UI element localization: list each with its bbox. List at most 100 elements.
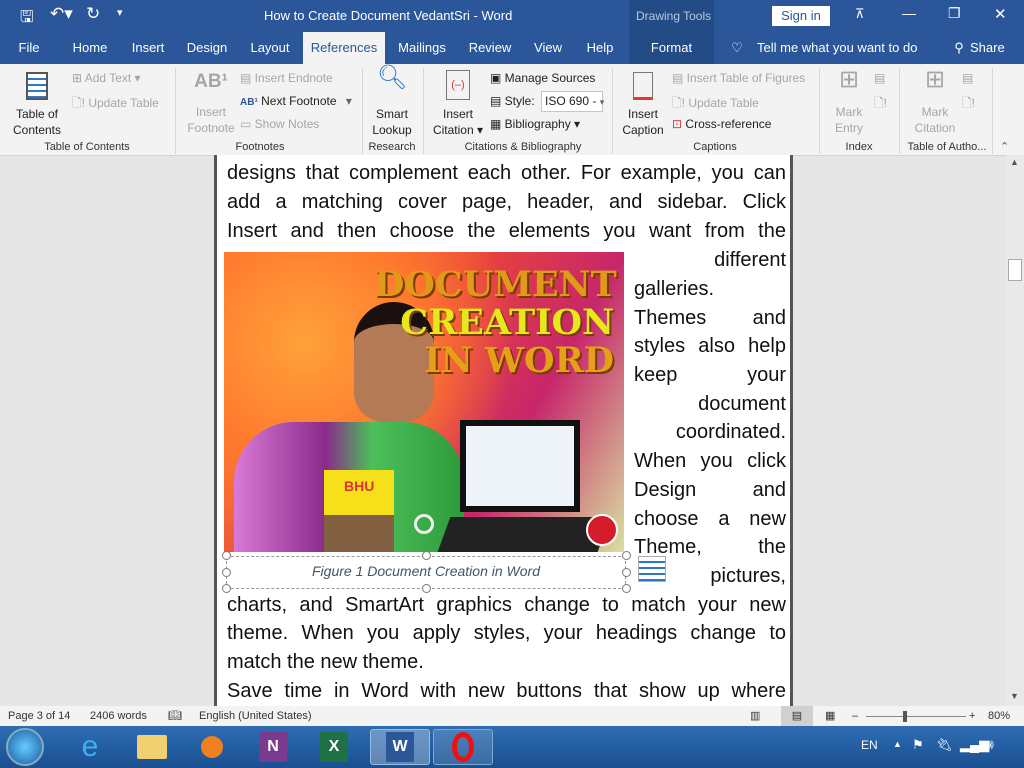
body-text-line[interactable]: choose a new [634,505,786,534]
opera-icon[interactable] [433,729,493,765]
tab-review[interactable]: Review [464,32,516,64]
tab-insert[interactable]: Insert [126,32,170,64]
zoom-out-icon[interactable]: – [852,706,858,726]
cross-reference-button[interactable]: ⊡ Cross-reference [672,117,771,131]
excel-icon[interactable]: X [314,729,354,765]
proofing-icon[interactable]: 📖︎ [168,706,182,726]
share-button[interactable]: Share [970,32,1005,64]
body-text-line[interactable]: theme. When you apply styles, your headi… [227,619,786,648]
word-icon[interactable]: W [370,729,430,765]
body-text-line[interactable]: Save time in Word with new buttons that … [227,677,786,706]
action-center-flag-icon[interactable]: ⚑ [912,737,924,753]
sign-in-button[interactable]: Sign in [772,6,830,26]
volume-icon[interactable]: 🔊︎ [985,736,994,753]
collapse-ribbon-icon[interactable]: ⌃ [1000,140,1009,153]
restore-icon[interactable]: ❐ [948,5,961,22]
read-mode-icon[interactable]: ▥ [750,706,760,726]
tab-file[interactable]: File [10,32,48,64]
word-count[interactable]: 2406 words [90,706,147,726]
body-text-line[interactable]: designs that complement each other. For … [227,159,786,188]
minimize-icon[interactable]: — [902,5,916,21]
update-toa-icon[interactable]: 🗋! [962,94,975,115]
file-explorer-icon[interactable] [132,729,172,765]
onenote-icon[interactable]: N [253,729,293,765]
body-text-line[interactable]: charts, and SmartArt graphics change to … [227,591,786,620]
update-table-button[interactable]: 🗋! Update Table [72,94,159,115]
body-text-line[interactable]: add a matching cover page, header, and s… [227,188,786,217]
insert-caption-button[interactable]: Insert Caption [618,72,668,138]
body-text-line[interactable]: coordinated. [634,418,786,447]
body-text-line[interactable]: When you click [634,447,786,476]
rotate-handle-icon[interactable] [414,514,434,534]
print-layout-icon[interactable]: ▤ [781,706,813,726]
language-indicator[interactable]: EN [861,738,878,752]
drawing-tools-label: Drawing Tools [636,9,712,23]
body-text-line[interactable]: keep your [634,361,786,390]
insert-endnote-button[interactable]: ▤ Insert Endnote [240,71,333,85]
tab-format[interactable]: Format [629,32,714,64]
update-index-icon[interactable]: 🗋! [874,94,887,115]
document-image[interactable]: BHU DOCUMENT CREATION IN WORD [224,252,624,552]
body-text-line[interactable]: galleries. [634,275,786,304]
add-text-button[interactable]: ⊞ Add Text ▾ [72,71,141,85]
insert-toa-icon[interactable]: ▤ [962,71,973,85]
bibliography-button[interactable]: ▦ Bibliography ▾ [490,117,580,131]
save-icon[interactable]: 🖫 [20,6,34,33]
tell-me-search[interactable]: Tell me what you want to do [757,32,917,64]
show-notes-button[interactable]: ▭ Show Notes [240,117,319,131]
figure-caption[interactable]: Figure 1 Document Creation in Word [227,557,625,583]
insert-footnote-button[interactable]: AB¹ Insert Footnote [184,72,238,136]
title-bar: 🖫 ↶▾ ↻ ▾ How to Create Document VedantSr… [0,0,1024,64]
citation-style-dropdown[interactable]: ISO 690 - ▾ [541,91,604,112]
next-footnote-button[interactable]: AB¹ Next Footnote ▾ [240,94,352,108]
body-text-line[interactable]: document [634,390,786,419]
undo-icon[interactable]: ↶▾ [50,4,73,24]
zoom-slider-thumb[interactable] [903,711,907,722]
start-button[interactable] [6,728,44,766]
body-text-line[interactable]: pictures, [667,562,786,591]
customize-qat-icon[interactable]: ▾ [117,6,123,19]
language[interactable]: English (United States) [199,706,312,726]
media-player-icon[interactable] [192,729,232,765]
tab-home[interactable]: Home [66,32,114,64]
scroll-down-icon[interactable]: ▼ [1010,691,1019,701]
body-text-line[interactable]: Design and [634,476,786,505]
zoom-in-icon[interactable]: + [969,706,975,726]
tab-help[interactable]: Help [580,32,620,64]
table-of-contents-button[interactable]: Table of Contents [8,72,66,138]
body-text-line[interactable]: Themes and [634,304,786,333]
body-text-line[interactable]: styles also help [634,332,786,361]
page-count[interactable]: Page 3 of 14 [8,706,70,726]
insert-table-of-figures-button[interactable]: ▤ Insert Table of Figures [672,71,805,85]
close-icon[interactable]: ✕ [994,5,1007,23]
tab-design[interactable]: Design [182,32,232,64]
internet-explorer-icon[interactable]: e [70,729,110,765]
power-icon[interactable]: 🔌︎ [936,737,953,753]
group-label-captions: Captions [693,141,737,153]
tab-mailings[interactable]: Mailings [392,32,452,64]
zoom-level[interactable]: 80% [988,706,1010,726]
scroll-up-icon[interactable]: ▲ [1010,157,1019,167]
body-text-line[interactable]: Insert and then choose the elements you … [227,217,786,246]
mark-entry-button[interactable]: ⊞ Mark Entry [826,68,872,136]
tab-layout[interactable]: Layout [244,32,296,64]
insert-citation-button[interactable]: (–) Insert Citation ▾ [428,70,488,138]
redo-icon[interactable]: ↻ [86,4,100,24]
manage-sources-button[interactable]: ▣ Manage Sources [490,71,595,85]
update-table-figures-button[interactable]: 🗋! Update Table [672,94,759,115]
insert-index-icon[interactable]: ▤ [874,71,885,85]
document-page[interactable]: designs that complement each other. For … [214,155,793,706]
tab-view[interactable]: View [528,32,568,64]
mark-citation-button[interactable]: ⊞ Mark Citation [908,68,962,136]
vertical-scrollbar[interactable]: ▲ ▼ [1006,155,1024,706]
zoom-slider[interactable] [866,716,966,717]
web-layout-icon[interactable]: ▦ [825,706,835,726]
show-hidden-icons[interactable]: ▲ [893,739,902,749]
ribbon-display-options-icon[interactable]: ⊼ [855,6,865,22]
body-text-line[interactable]: different [634,246,786,275]
body-text-line[interactable]: match the new theme. [227,648,786,677]
scroll-thumb[interactable] [1008,259,1022,281]
tab-references[interactable]: References [303,32,385,64]
layout-options-icon[interactable] [638,556,666,582]
smart-lookup-button[interactable]: 🔍︎ Smart Lookup [366,66,418,138]
